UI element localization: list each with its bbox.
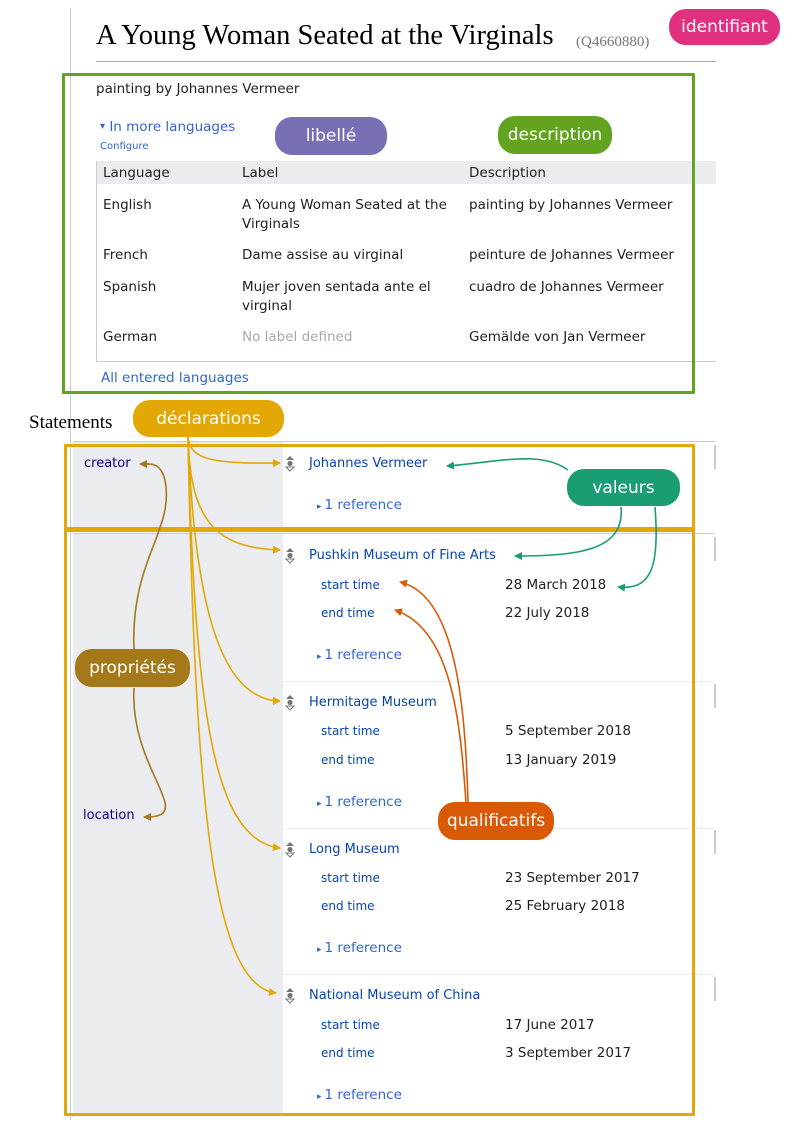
- annotation-description: description: [498, 116, 612, 154]
- annotation-identifiant: identifiant: [669, 9, 780, 45]
- annotation-valeurs: valeurs: [567, 469, 680, 506]
- annotation-proprietes: propriétés: [75, 649, 190, 687]
- annotation-qualificatifs: qualificatifs: [438, 802, 554, 840]
- annotation-arrows: [133, 435, 657, 997]
- annotation-libelle: libellé: [275, 117, 387, 155]
- annotation-declarations: déclarations: [133, 400, 284, 437]
